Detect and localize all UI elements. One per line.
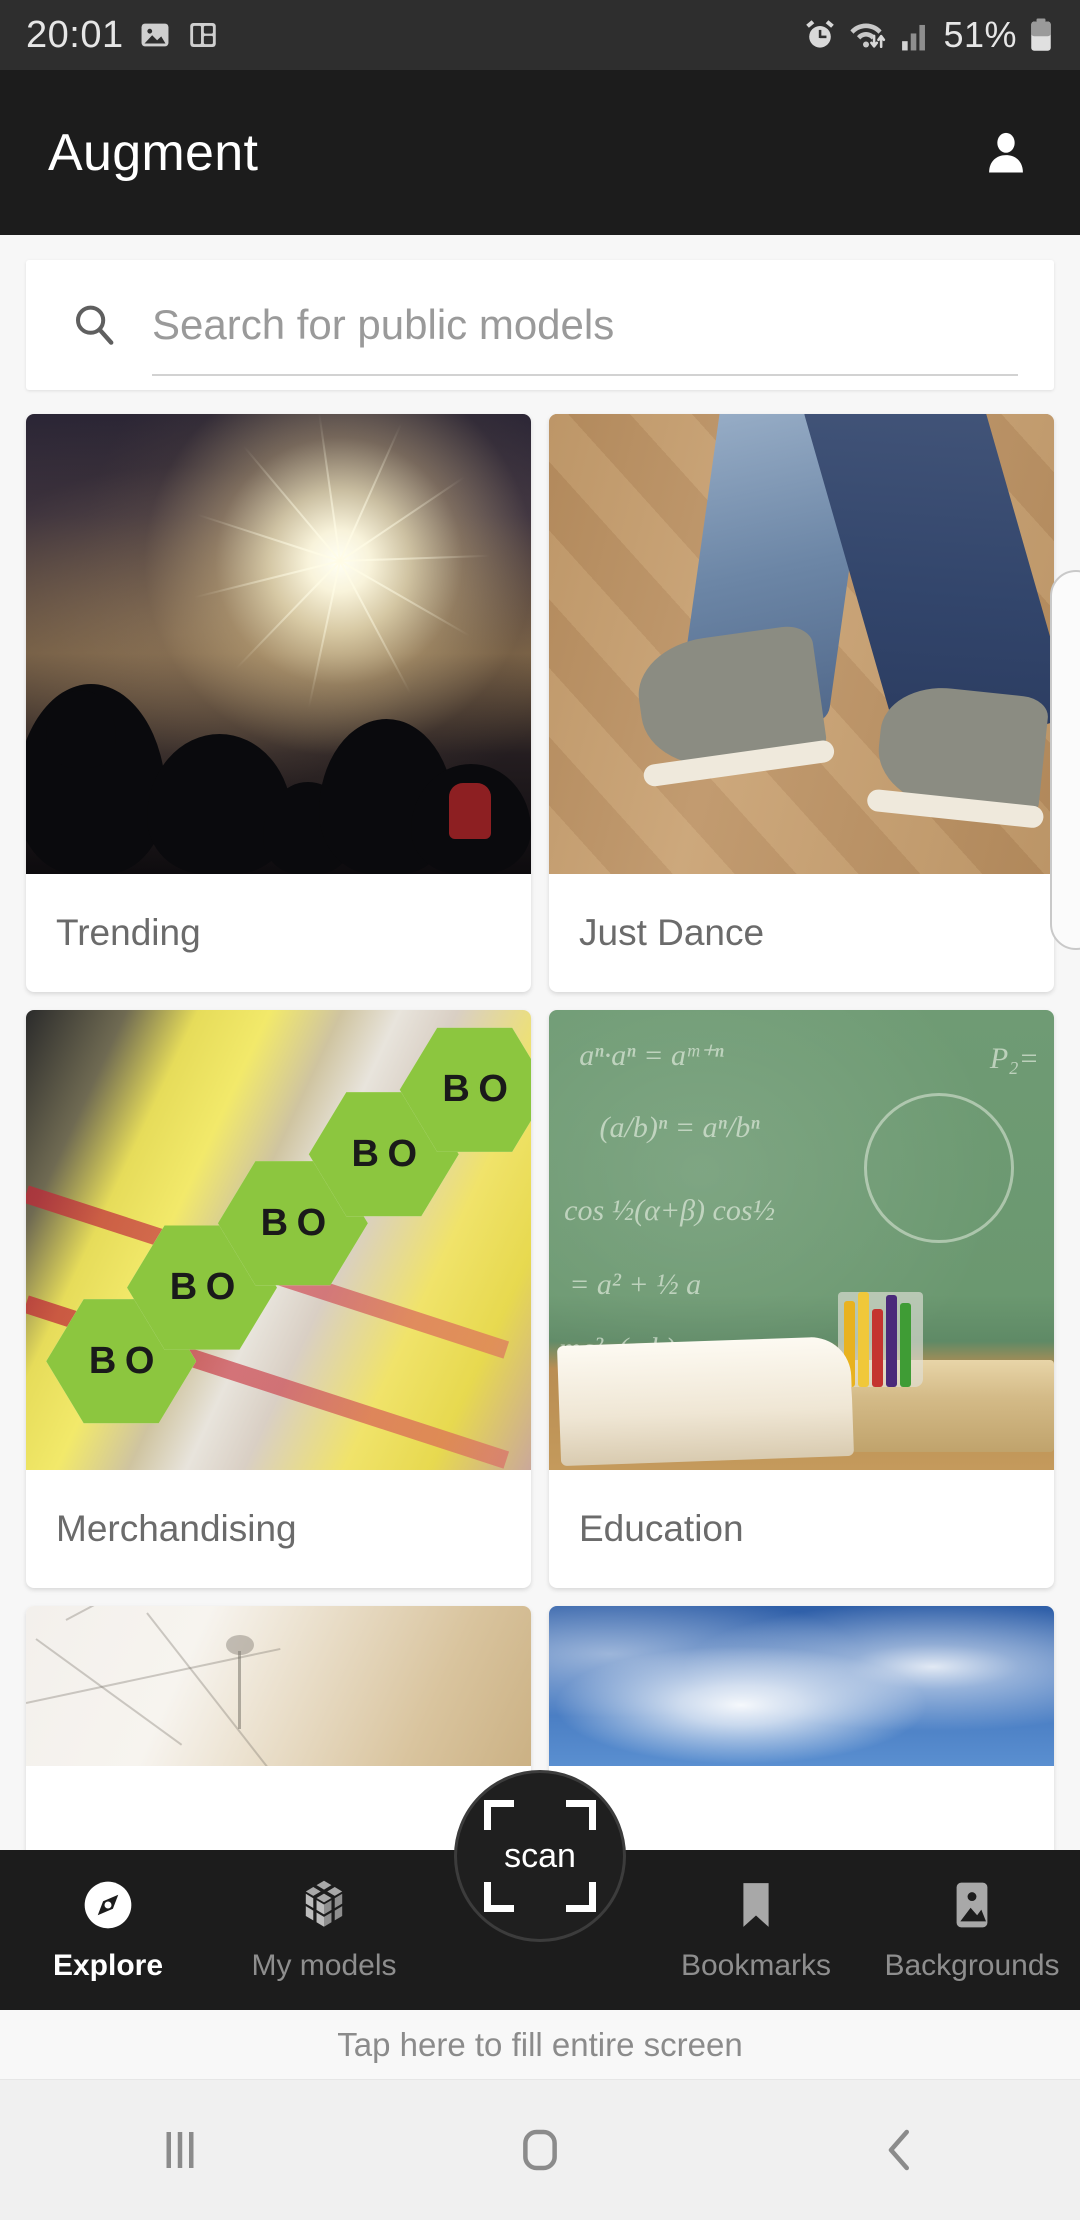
search-underline — [152, 374, 1018, 376]
search-section: Search for public models — [0, 235, 1080, 390]
search-icon — [76, 305, 114, 345]
supermarket-bio-labels-photo: BiO BiO BiO BiO BiO — [26, 1010, 531, 1470]
bio-label-text: BiO — [442, 1068, 508, 1111]
battery-percent-label: 51% — [943, 14, 1017, 55]
category-card-label: Trending — [56, 912, 201, 953]
image-icon — [141, 23, 169, 47]
account-icon[interactable] — [980, 127, 1032, 179]
nav-item-my-models[interactable]: My models — [216, 1850, 432, 2010]
battery-icon — [1031, 18, 1051, 51]
lamp-sketch — [226, 1634, 255, 1729]
search-input[interactable]: Search for public models — [152, 260, 1054, 390]
scan-label: scan — [504, 1836, 576, 1875]
signal-icon — [902, 24, 926, 51]
recents-button[interactable] — [0, 2123, 360, 2177]
architectural-sketch-photo — [26, 1606, 531, 1766]
bio-label-text: BiO — [260, 1201, 327, 1244]
nav-item-bookmarks[interactable]: Bookmarks — [648, 1850, 864, 2010]
alarm-icon — [806, 20, 835, 48]
category-card-education[interactable]: aⁿ·aⁿ = aᵐ⁺ⁿ (a/b)ⁿ = aⁿ/bⁿ cos ½(α+β) c… — [549, 1010, 1054, 1588]
compass-icon — [84, 1881, 132, 1929]
nav-label: Explore — [52, 1949, 164, 1982]
category-card-trending[interactable]: Trending — [26, 414, 531, 992]
chalk-circle — [863, 1092, 1014, 1243]
nav-label: Backgrounds — [884, 1949, 1060, 1982]
fill-screen-hint[interactable]: Tap here to fill entire screen — [0, 2010, 1080, 2080]
bio-label-text: BiO — [351, 1132, 418, 1175]
bookmark-icon — [743, 1883, 769, 1927]
nav-label: Bookmarks — [680, 1949, 832, 1982]
home-button[interactable] — [360, 2123, 720, 2177]
search-placeholder: Search for public models — [152, 301, 615, 348]
status-bar-right: 51% — [802, 14, 1054, 56]
crowd-silhouette — [26, 653, 531, 874]
category-card-label: Merchandising — [56, 1508, 297, 1549]
sneaker-left — [631, 622, 836, 788]
jeans-sneakers-wood-floor-photo — [549, 414, 1054, 874]
sneaker-right — [866, 681, 1050, 829]
app-bar: Augment — [0, 70, 1080, 235]
scan-frame-icon: scan — [484, 1800, 596, 1912]
category-card-merchandising[interactable]: BiO BiO BiO BiO BiO Merchandising — [26, 1010, 531, 1588]
back-icon — [888, 2129, 909, 2171]
bio-label-text: BiO — [88, 1339, 155, 1382]
model-category-grid: Trending Just Dance BiO BiO BiO BiO BiO … — [0, 390, 1080, 1884]
recents-icon — [166, 2132, 194, 2168]
search-bar[interactable]: Search for public models — [26, 260, 1054, 390]
blue-sky-clouds-photo — [549, 1606, 1054, 1766]
open-book — [557, 1336, 854, 1466]
cube-icon — [305, 1880, 343, 1927]
fill-screen-hint-label: Tap here to fill entire screen — [337, 2025, 743, 2063]
nav-item-backgrounds[interactable]: Backgrounds — [864, 1850, 1080, 2010]
bio-label-text: BiO — [169, 1266, 236, 1309]
status-bar-left: 20:01 — [26, 14, 220, 57]
app-title: Augment — [48, 123, 259, 182]
split-screen-icon — [189, 22, 216, 48]
back-button[interactable] — [720, 2123, 1080, 2177]
category-card-label: Just Dance — [579, 912, 765, 953]
wifi-icon — [850, 23, 886, 48]
nav-item-explore[interactable]: Explore — [0, 1850, 216, 2010]
edge-panel-handle[interactable] — [1050, 570, 1080, 950]
status-clock: 20:01 — [26, 13, 124, 56]
home-icon — [523, 2129, 557, 2171]
status-bar: 20:01 51% — [0, 0, 1080, 70]
app-bar-actions — [980, 127, 1032, 179]
phone-screen: 20:01 51% Augment Search for public mode… — [0, 0, 1080, 2220]
category-card-label: Education — [579, 1508, 744, 1549]
category-card-just-dance[interactable]: Just Dance — [549, 414, 1054, 992]
nav-label: My models — [251, 1949, 397, 1982]
image-icon — [956, 1882, 988, 1928]
fireworks-crowd-photo — [26, 414, 531, 874]
scan-button[interactable]: scan — [454, 1770, 626, 1942]
android-navigation-bar — [0, 2080, 1080, 2220]
chalkboard-books-pencils-photo: aⁿ·aⁿ = aᵐ⁺ⁿ (a/b)ⁿ = aⁿ/bⁿ cos ½(α+β) c… — [549, 1010, 1054, 1470]
